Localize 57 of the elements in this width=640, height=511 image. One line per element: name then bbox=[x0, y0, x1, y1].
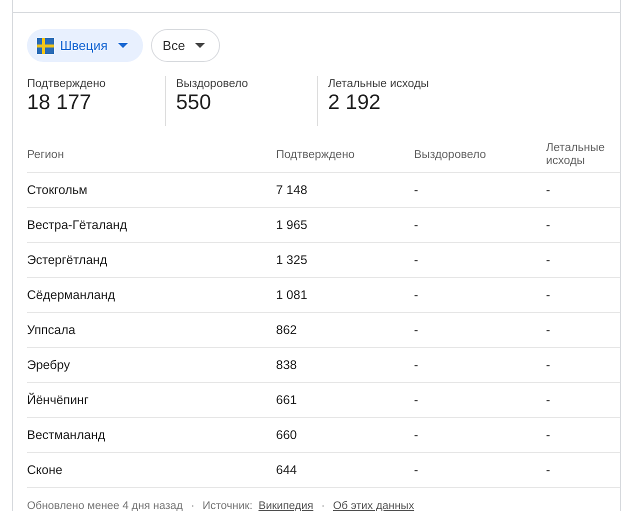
table-cell-text: - bbox=[414, 288, 420, 302]
table-cell-text: Эребру bbox=[27, 358, 71, 372]
separator-dot: · bbox=[321, 500, 325, 511]
table-cell-text: 644 bbox=[276, 463, 298, 477]
table-cell-text: - bbox=[414, 183, 420, 197]
table-cell-text: - bbox=[414, 323, 420, 337]
table-cell-text: 7 148 bbox=[276, 183, 308, 197]
table-cell-text: Йёнчёпинг bbox=[27, 393, 90, 407]
table-cell-text: 661 bbox=[276, 393, 298, 407]
flag-icon bbox=[37, 38, 54, 54]
table-cell-text: - bbox=[414, 253, 420, 267]
about-link[interactable]: Об этих данных bbox=[332, 500, 414, 511]
updated-text: Обновлено менее 4 дня назад bbox=[27, 500, 183, 511]
table-cell-text: 838 bbox=[276, 358, 298, 372]
stat-label: Выздоровело bbox=[176, 78, 250, 90]
table-cell-text: - bbox=[546, 253, 552, 267]
source-label: Источник: bbox=[202, 500, 252, 511]
table-cell-text: - bbox=[546, 463, 552, 477]
column-header: Подтверждено bbox=[276, 148, 356, 162]
filter-chip[interactable]: Швеция bbox=[27, 29, 143, 62]
caret-icon bbox=[195, 43, 206, 48]
table-cell-text: - bbox=[414, 393, 420, 407]
table-cell-text: 1 325 bbox=[276, 253, 308, 267]
stat-value: 18 177 bbox=[27, 91, 92, 115]
stat-label: Подтверждено bbox=[27, 78, 107, 90]
caret-icon bbox=[118, 43, 128, 48]
table-cell-text: - bbox=[414, 358, 420, 372]
filter-chip[interactable]: Все bbox=[150, 29, 220, 62]
table-cell-text: Стокгольм bbox=[27, 183, 88, 197]
stat-value: 2 192 bbox=[328, 91, 382, 115]
table-cell-text: 1 965 bbox=[276, 218, 308, 232]
table-cell-text: - bbox=[546, 183, 552, 197]
stat-label: Летальные исходы bbox=[328, 78, 429, 90]
table-cell-text: Вестманланд bbox=[27, 428, 106, 442]
table-cell-text: - bbox=[546, 288, 552, 302]
table-cell-text: 1 081 bbox=[276, 288, 308, 302]
stat-value: 550 bbox=[176, 91, 212, 115]
table-cell-text: Эстергётланд bbox=[27, 253, 108, 267]
table-cell-text: Сёдерманланд bbox=[27, 288, 116, 302]
table-cell-text: - bbox=[414, 218, 420, 232]
table-cell-text: - bbox=[414, 463, 420, 477]
table-cell-text: - bbox=[546, 393, 552, 407]
table-cell-text: Сконе bbox=[27, 463, 64, 477]
table-cell-text: Вестра-Гёталанд bbox=[27, 218, 128, 232]
separator-dot: · bbox=[190, 500, 194, 511]
table-cell-text: - bbox=[414, 428, 420, 442]
table-cell-text: 660 bbox=[276, 428, 298, 442]
table-cell-text: 862 bbox=[276, 323, 298, 337]
table-cell-text: - bbox=[546, 428, 552, 442]
column-header: Регион bbox=[27, 148, 65, 162]
table-cell-text: - bbox=[546, 358, 552, 372]
table-cell-text: Уппсала bbox=[27, 323, 76, 337]
table-cell-text: - bbox=[546, 218, 552, 232]
table-cell-text: - bbox=[546, 323, 552, 337]
column-header: Летальные исходы bbox=[546, 142, 606, 168]
column-header: Выздоровело bbox=[414, 148, 488, 162]
source-link[interactable]: Википедия bbox=[258, 500, 314, 511]
